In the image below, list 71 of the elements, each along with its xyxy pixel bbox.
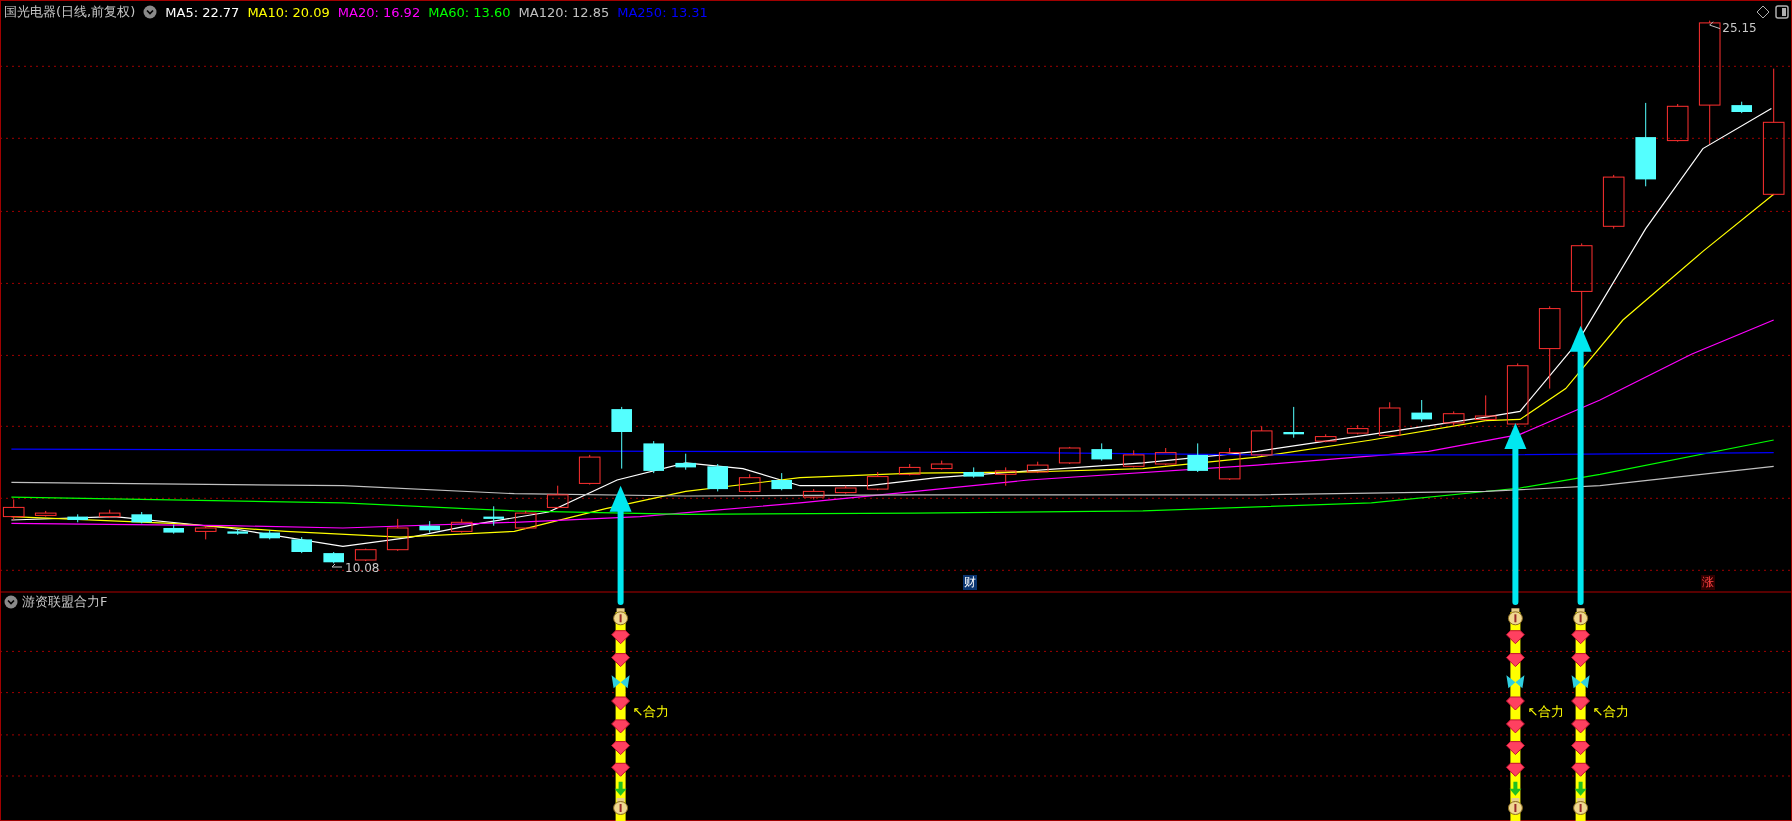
event-badge[interactable]: 财 [963, 574, 978, 590]
candlestick [611, 406, 632, 470]
candlestick [578, 454, 601, 486]
candlestick [1378, 401, 1401, 438]
candlestick [1218, 447, 1241, 481]
candlestick [1506, 362, 1529, 426]
candlestick [1154, 447, 1177, 466]
candlestick [1026, 461, 1049, 474]
candlestick [419, 520, 440, 534]
candlestick [514, 510, 537, 530]
candlestick [1411, 399, 1432, 423]
dropdown-icon[interactable] [4, 595, 18, 609]
candlestick [675, 453, 696, 471]
signal-label: ↖合力 [1527, 702, 1565, 721]
event-badge[interactable]: 涨 [1700, 574, 1715, 590]
candlestick [98, 509, 121, 519]
candlestick [67, 513, 88, 523]
candlestick [1058, 446, 1081, 465]
indicator-title: 游资联盟合力F [22, 593, 108, 611]
candlestick [738, 473, 761, 494]
moving-average-value: MA10: 20.09 [247, 4, 330, 20]
signal-label: ↖合力 [632, 702, 670, 721]
candlestick [2, 498, 25, 521]
candlestick [1091, 442, 1112, 462]
candlestick [802, 488, 825, 500]
dropdown-icon[interactable] [143, 5, 158, 19]
candlestick [963, 466, 984, 479]
candlestick [483, 505, 504, 527]
chart-title: 国光电器(日线,前复权) [4, 3, 136, 21]
candlestick [1731, 101, 1752, 114]
candlestick [131, 511, 152, 524]
moving-average-value: MA60: 13.60 [428, 4, 511, 20]
candlestick [1666, 103, 1689, 143]
candlestick [1187, 442, 1208, 473]
candlestick [1346, 424, 1369, 435]
moving-average-value: MA250: 13.31 [617, 4, 708, 20]
candlestick [1314, 433, 1337, 443]
diamond-icon[interactable] [1756, 5, 1770, 19]
moving-average-value: MA20: 16.92 [337, 4, 421, 20]
candlestick [450, 518, 473, 534]
arrow-icon [1709, 21, 1721, 30]
panel-toggle-icon[interactable] [1775, 5, 1789, 19]
price-label: 25.15 [1722, 20, 1757, 35]
candlestick [1122, 449, 1145, 468]
candlestick [546, 485, 569, 510]
price-label: 10.08 [345, 561, 380, 576]
candlestick [386, 518, 409, 552]
candlestick [930, 460, 953, 471]
candlestick [194, 525, 217, 540]
candlestick [227, 528, 248, 536]
moving-average-value: MA120: 12.85 [518, 4, 610, 20]
candlestick [1250, 425, 1273, 457]
candlestick [259, 529, 280, 540]
candlestick [1474, 394, 1497, 422]
candlestick [323, 551, 344, 564]
candlestick [643, 440, 664, 474]
candlestick [163, 524, 184, 535]
candlestick [1602, 174, 1625, 230]
signal-label: ↖合力 [1592, 702, 1630, 721]
candlestick [994, 466, 1017, 487]
candlestick [771, 472, 792, 491]
candlestick [34, 510, 57, 518]
candlestick [1283, 406, 1304, 439]
candlestick [354, 548, 377, 562]
candlestick [898, 463, 921, 476]
candlestick [834, 485, 857, 495]
moving-average-value: MA5: 22.77 [165, 4, 240, 20]
candlestick [291, 536, 312, 554]
candlestick [866, 471, 889, 491]
candlestick [1442, 410, 1465, 427]
candlestick [707, 463, 728, 492]
